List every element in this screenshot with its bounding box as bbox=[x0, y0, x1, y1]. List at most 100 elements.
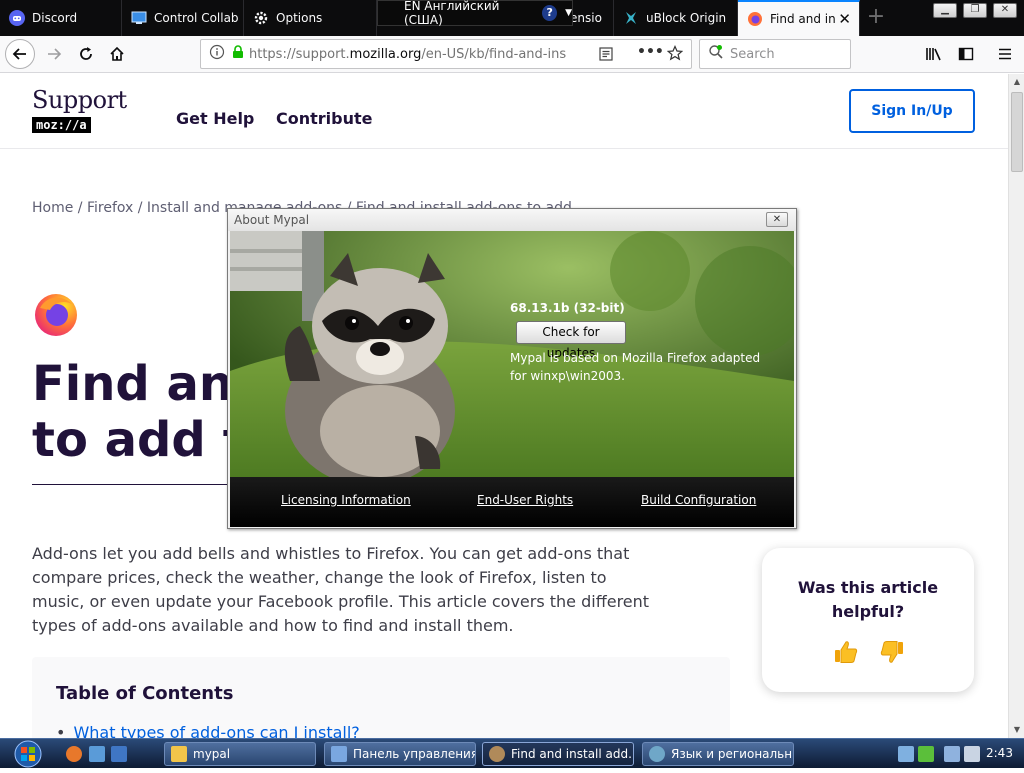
firefox-quicklaunch-icon[interactable] bbox=[66, 746, 82, 762]
folder-icon bbox=[171, 746, 187, 762]
language-label: EN Английский (США) bbox=[404, 0, 500, 27]
end-user-rights-link[interactable]: End-User Rights bbox=[477, 493, 573, 507]
url-bar[interactable]: https://support.mozilla.org/en-US/kb/fin… bbox=[200, 39, 692, 69]
tab-options[interactable]: Options bbox=[244, 0, 377, 36]
task-label: Find and install add... bbox=[511, 747, 634, 761]
tab-discord[interactable]: Discord bbox=[0, 0, 122, 36]
tab-extensions[interactable]: ensio bbox=[566, 0, 614, 36]
tab-label: Options bbox=[276, 11, 323, 25]
reload-button[interactable] bbox=[72, 40, 100, 68]
page-actions-icon[interactable]: ••• bbox=[637, 44, 664, 60]
task-label: Язык и региональн... bbox=[671, 747, 794, 761]
tab-label: uBlock Origin bbox=[646, 11, 727, 25]
globe-icon bbox=[649, 746, 665, 762]
ublock-icon bbox=[623, 10, 639, 26]
url-host: mozilla.org bbox=[349, 46, 422, 62]
thumbs-up-icon[interactable] bbox=[832, 638, 860, 666]
lock-icon[interactable] bbox=[231, 45, 245, 63]
minimize-button[interactable]: ▁ bbox=[933, 3, 957, 18]
task-control-panel[interactable]: Панель управления bbox=[324, 742, 476, 766]
raccoon-illustration: 68.13.1b (32-bit) Check for updates Mypa… bbox=[230, 231, 794, 477]
build-config-link[interactable]: Build Configuration bbox=[641, 493, 756, 507]
firefox-icon bbox=[747, 11, 763, 27]
volume-muted-icon[interactable] bbox=[964, 746, 980, 762]
toc-title: Table of Contents bbox=[56, 683, 234, 704]
toc-link[interactable]: What types of add-ons can I install? bbox=[56, 723, 359, 738]
version-label: 68.13.1b (32-bit) bbox=[510, 301, 625, 315]
article-intro: Add-ons let you add bells and whistles t… bbox=[32, 544, 650, 635]
security-icon[interactable] bbox=[918, 746, 934, 762]
tab-label: Control Collab bbox=[154, 11, 239, 25]
info-icon[interactable] bbox=[209, 44, 225, 64]
nav-get-help[interactable]: Get Help bbox=[176, 109, 254, 128]
url-path: /en-US/kb/find-and-ins bbox=[421, 46, 567, 62]
gear-icon bbox=[253, 10, 269, 26]
site-logo-text[interactable]: Support bbox=[32, 86, 127, 114]
title-divider bbox=[32, 484, 230, 485]
desktop-quicklaunch-icon[interactable] bbox=[111, 746, 127, 762]
tab-label: Discord bbox=[32, 11, 78, 25]
back-button[interactable] bbox=[5, 39, 35, 69]
site-header: Support moz://a Get Help Contribute Sign… bbox=[0, 74, 1008, 149]
clock[interactable]: 2:43 bbox=[986, 746, 1013, 760]
explorer-quicklaunch-icon[interactable] bbox=[89, 746, 105, 762]
task-find-and-install[interactable]: Find and install add... bbox=[482, 742, 634, 766]
maximize-button[interactable]: ❐ bbox=[963, 3, 987, 18]
library-button[interactable] bbox=[920, 40, 948, 68]
thumbs-down-icon[interactable] bbox=[878, 638, 906, 666]
helpful-survey-card: Was this article helpful? bbox=[762, 548, 974, 692]
task-label: Панель управления bbox=[353, 747, 476, 761]
task-language-settings[interactable]: Язык и региональн... bbox=[642, 742, 794, 766]
control-panel-icon bbox=[131, 10, 147, 26]
display-icon[interactable] bbox=[944, 746, 960, 762]
help-icon[interactable]: ? bbox=[542, 5, 558, 21]
scroll-down-icon[interactable]: ▼ bbox=[1009, 722, 1024, 738]
tab-label: ensio bbox=[570, 11, 602, 25]
licensing-info-link[interactable]: Licensing Information bbox=[281, 493, 411, 507]
close-window-button[interactable]: ✕ bbox=[993, 3, 1017, 18]
language-indicator[interactable]: EN Английский (США) ? ▼ bbox=[377, 0, 573, 27]
home-button[interactable] bbox=[103, 40, 131, 68]
close-tab-icon[interactable]: ✕ bbox=[838, 12, 851, 27]
tab-find-and-install[interactable]: Find and in ✕ bbox=[738, 0, 860, 36]
task-mypal[interactable]: mypal bbox=[164, 742, 316, 766]
page-scrollbar[interactable]: ▲ ▼ bbox=[1008, 74, 1024, 738]
chevron-down-icon[interactable]: ▼ bbox=[565, 8, 572, 18]
table-of-contents: Table of Contents What types of add-ons … bbox=[32, 657, 730, 738]
dialog-footer: Licensing Information End-User Rights Bu… bbox=[230, 477, 794, 527]
check-updates-button[interactable]: Check for updates bbox=[516, 321, 626, 360]
about-dialog: About Mypal ✕ 68.13.1b (32-bit) Check fo… bbox=[227, 208, 797, 529]
search-icon[interactable] bbox=[708, 44, 724, 64]
scroll-up-icon[interactable]: ▲ bbox=[1009, 74, 1024, 90]
url-text[interactable]: https://support.mozilla.org/en-US/kb/fin… bbox=[249, 47, 579, 62]
dialog-title: About Mypal bbox=[234, 213, 310, 227]
menu-button[interactable] bbox=[991, 40, 1019, 68]
mozilla-logo[interactable]: moz://a bbox=[32, 117, 91, 133]
tab-strip: Discord Control Collab Options ensio uBl… bbox=[0, 0, 1024, 36]
tab-control-collab[interactable]: Control Collab bbox=[122, 0, 244, 36]
new-tab-button[interactable]: + bbox=[863, 6, 889, 30]
dialog-titlebar[interactable]: About Mypal ✕ bbox=[228, 209, 796, 231]
discord-icon bbox=[9, 10, 25, 26]
tab-ublock-origin[interactable]: uBlock Origin bbox=[614, 0, 738, 36]
reader-view-icon[interactable] bbox=[599, 47, 613, 65]
scroll-thumb[interactable] bbox=[1011, 92, 1023, 172]
taskbar: mypal Панель управления Find and install… bbox=[0, 738, 1024, 768]
firefox-icon bbox=[32, 290, 80, 338]
tab-label: Find and in bbox=[770, 12, 836, 26]
navigation-toolbar: https://support.mozilla.org/en-US/kb/fin… bbox=[0, 36, 1024, 73]
sign-in-button[interactable]: Sign In/Up bbox=[849, 89, 975, 133]
search-bar[interactable]: Search bbox=[699, 39, 851, 69]
bookmark-star-icon[interactable] bbox=[666, 45, 684, 65]
mypal-icon bbox=[489, 746, 505, 762]
forward-button[interactable] bbox=[40, 40, 68, 68]
task-label: mypal bbox=[193, 747, 231, 761]
sidebar-button[interactable] bbox=[952, 40, 980, 68]
dialog-close-button[interactable]: ✕ bbox=[766, 212, 788, 227]
start-button[interactable] bbox=[8, 739, 48, 769]
control-panel-icon bbox=[331, 746, 347, 762]
nav-contribute[interactable]: Contribute bbox=[276, 109, 373, 128]
about-description: Mypal is based on Mozilla Firefox adapte… bbox=[510, 351, 761, 383]
network-icon[interactable] bbox=[898, 746, 914, 762]
search-input[interactable]: Search bbox=[730, 47, 775, 62]
